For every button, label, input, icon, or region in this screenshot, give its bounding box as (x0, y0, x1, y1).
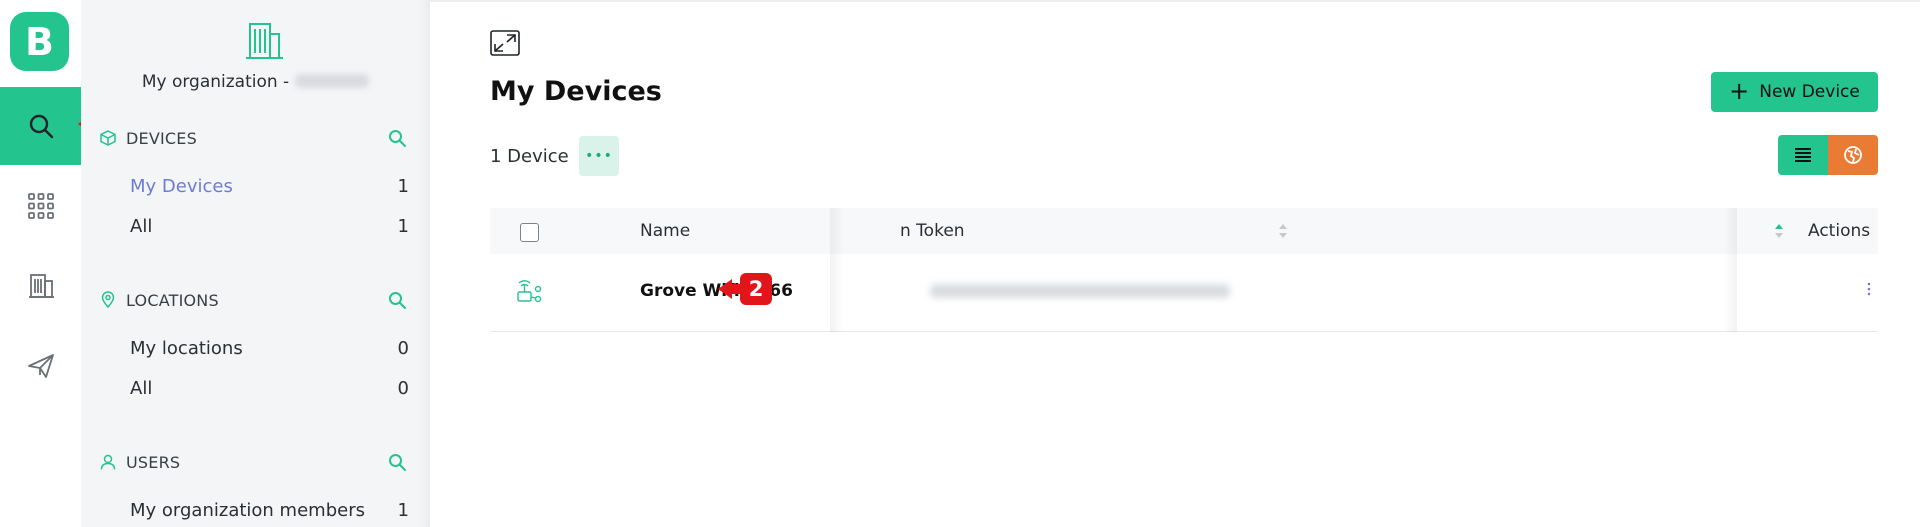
item-count: 0 (397, 338, 409, 359)
location-pin-icon (101, 291, 115, 309)
building-icon (28, 274, 54, 298)
column-header-token[interactable]: n Token (900, 208, 965, 254)
send-icon (27, 354, 54, 378)
table-header: Name n Token Actions (490, 208, 1878, 254)
annotation-number: 2 (740, 273, 772, 305)
sidebar-item-all-locations[interactable]: All 0 (130, 378, 409, 399)
devices-search-icon[interactable] (387, 128, 407, 148)
auth-token-redacted (930, 284, 1230, 298)
rail-organization-button[interactable] (0, 247, 81, 325)
cube-icon (100, 130, 116, 146)
organization-title[interactable]: My organization - (81, 72, 430, 92)
annotation-marker-2: 2 (718, 273, 772, 305)
section-devices: DEVICES (99, 126, 417, 150)
main-content: My Devices + New Device 1 Device ••• Nam… (430, 0, 1920, 527)
new-device-button[interactable]: + New Device (1711, 72, 1878, 112)
user-icon (100, 454, 116, 470)
app-logo[interactable]: B (10, 12, 69, 71)
rail-send-button[interactable] (0, 327, 81, 405)
device-icon (517, 280, 542, 303)
section-locations: LOCATIONS (99, 288, 417, 312)
users-search-icon[interactable] (387, 452, 407, 472)
sidebar-item-all-devices[interactable]: All 1 (130, 216, 409, 237)
device-count: 1 Device (490, 146, 569, 167)
apps-grid-icon (27, 193, 54, 219)
row-actions-menu-icon[interactable] (1866, 282, 1872, 296)
sort-icon[interactable] (1278, 223, 1288, 239)
more-options-button[interactable]: ••• (579, 136, 619, 176)
select-all-checkbox[interactable] (520, 223, 539, 242)
sidebar-item-organization-members[interactable]: My organization members 1 (130, 500, 409, 521)
item-count: 1 (397, 176, 409, 197)
plus-icon: + (1729, 77, 1750, 105)
rail-apps-button[interactable] (0, 167, 81, 245)
arrow-left-icon (718, 279, 732, 299)
column-header-name[interactable]: Name (640, 208, 690, 254)
column-header-actions: Actions (1808, 221, 1871, 241)
rail-search-button[interactable] (0, 87, 81, 165)
sidebar-item-my-locations[interactable]: My locations 0 (130, 338, 409, 359)
item-count: 0 (397, 378, 409, 399)
item-count: 1 (397, 216, 409, 237)
organization-building-icon (246, 23, 283, 59)
icon-rail: B (0, 0, 81, 527)
collapse-icon[interactable] (490, 30, 520, 56)
table-row[interactable]: Grove Wifi 8266 (490, 254, 1878, 332)
page-title: My Devices (490, 76, 662, 107)
sidebar-item-my-devices[interactable]: My Devices 1 (130, 176, 409, 197)
section-users: USERS (99, 450, 417, 474)
search-icon (29, 114, 53, 139)
item-count: 1 (397, 500, 409, 521)
map-view-button[interactable] (1828, 135, 1878, 175)
organization-id-redacted (295, 74, 370, 88)
locations-search-icon[interactable] (387, 290, 407, 310)
list-view-button[interactable] (1778, 135, 1828, 175)
list-icon (1795, 148, 1811, 162)
globe-icon (1844, 146, 1862, 164)
sidebar: My organization - DEVICES My Devices 1 A… (81, 0, 430, 527)
